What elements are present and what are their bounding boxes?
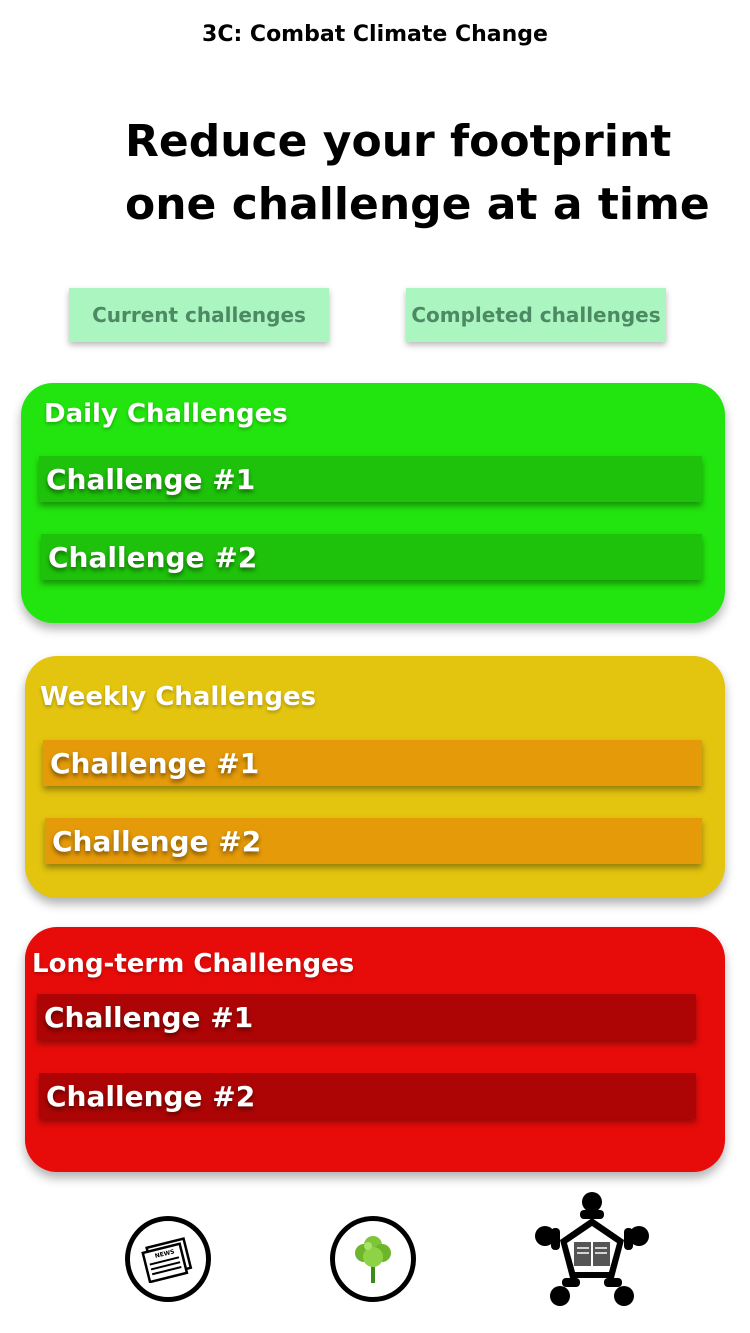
daily-challenges-panel: Daily Challenges Challenge #1 Challenge … bbox=[21, 383, 725, 623]
weekly-challenges-panel: Weekly Challenges Challenge #1 Challenge… bbox=[25, 656, 725, 898]
daily-challenge-2[interactable]: Challenge #2 bbox=[41, 534, 702, 580]
hero-heading: Reduce your footprint one challenge at a… bbox=[125, 110, 710, 236]
longterm-challenge-2[interactable]: Challenge #2 bbox=[39, 1073, 696, 1119]
weekly-challenge-2[interactable]: Challenge #2 bbox=[45, 818, 702, 864]
hero-line-2: one challenge at a time bbox=[125, 179, 710, 230]
community-nav-button[interactable] bbox=[532, 1190, 652, 1310]
completed-challenges-button[interactable]: Completed challenges bbox=[406, 288, 666, 342]
news-icon: NEWS bbox=[125, 1216, 211, 1302]
daily-challenge-1[interactable]: Challenge #1 bbox=[39, 456, 702, 502]
hero-line-1: Reduce your footprint bbox=[125, 116, 672, 167]
community-icon bbox=[535, 1192, 649, 1306]
weekly-challenge-1[interactable]: Challenge #1 bbox=[43, 740, 702, 786]
challenges-screen: 3C: Combat Climate Change Reduce your fo… bbox=[0, 0, 750, 1333]
longterm-challenge-1[interactable]: Challenge #1 bbox=[37, 994, 696, 1040]
news-nav-button[interactable]: NEWS bbox=[125, 1216, 211, 1302]
longterm-challenges-panel: Long-term Challenges Challenge #1 Challe… bbox=[25, 927, 725, 1172]
longterm-challenges-title: Long-term Challenges bbox=[32, 949, 355, 979]
current-challenges-button[interactable]: Current challenges bbox=[69, 288, 329, 342]
app-title: 3C: Combat Climate Change bbox=[202, 22, 548, 47]
daily-challenges-title: Daily Challenges bbox=[44, 399, 288, 429]
tree-icon bbox=[330, 1216, 416, 1302]
tree-nav-button[interactable] bbox=[330, 1216, 416, 1302]
weekly-challenges-title: Weekly Challenges bbox=[40, 682, 317, 712]
